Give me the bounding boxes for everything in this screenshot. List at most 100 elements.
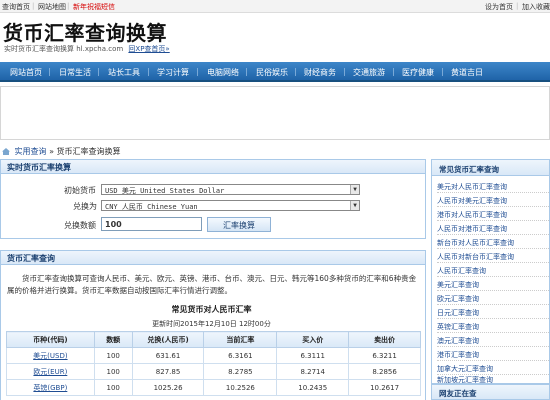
- topbar-link-sms[interactable]: 新年祝福短信: [73, 2, 115, 12]
- table-updated: 更新时间2015年12月10日 12时00分: [152, 320, 271, 328]
- sidebar-link[interactable]: 人民币汇率查询: [437, 267, 486, 275]
- table-cell: 100: [93, 347, 133, 364]
- table-cell: 100: [93, 379, 133, 396]
- currency-link[interactable]: 美元(USD): [33, 352, 67, 360]
- table-cell: 10.2526: [203, 379, 278, 396]
- column-header: 币种(代码): [6, 331, 95, 348]
- table-title: 常见货币对人民币汇率: [171, 305, 252, 314]
- top-bar: 查询首页 | 网站地图 | 新年祝福短信 设为首页 | 加入收藏: [0, 0, 550, 13]
- table-cell: 6.3211: [348, 347, 421, 364]
- nav-divider: |: [97, 67, 100, 76]
- sidebar-link[interactable]: 新加坡元汇率查询: [437, 376, 493, 384]
- nav-item-webmaster[interactable]: 站长工具: [108, 67, 140, 78]
- breadcrumb-separator: »: [49, 147, 54, 156]
- sidebar-link[interactable]: 新台币对人民币汇率查询: [437, 239, 514, 247]
- table-cell: 10.2435: [276, 379, 350, 396]
- topbar-link-sitemap[interactable]: 网站地图: [38, 2, 66, 12]
- currency-link[interactable]: 欧元(EUR): [33, 368, 67, 376]
- table-cell: 1025.26: [131, 379, 205, 396]
- sidebar-link[interactable]: 人民币对新台币汇率查询: [437, 253, 514, 261]
- column-header: 兑换(人民币): [131, 331, 205, 348]
- home-icon: [2, 148, 10, 155]
- table-cell: 631.61: [131, 347, 205, 364]
- table-row: 欧元(EUR) 100 827.85 8.2785 8.2714 8.2856: [6, 363, 421, 380]
- nav-divider: |: [392, 67, 395, 76]
- sidebar-link[interactable]: 英镑汇率查询: [437, 323, 479, 331]
- column-header: 卖出价: [348, 331, 421, 348]
- ad-banner-area: [0, 86, 550, 140]
- chevron-down-icon: ▼: [350, 201, 359, 210]
- sidebar-common-currencies: 常见货币汇率查询 美元对人民币汇率查询 人民币对美元汇率查询 港币对人民币汇率查…: [431, 159, 550, 384]
- to-currency-select[interactable]: CNY 人民币 Chinese Yuan ▼: [101, 200, 360, 211]
- nav-item-computer[interactable]: 电脑网络: [207, 67, 239, 78]
- table-cell: 8.2785: [203, 363, 278, 380]
- breadcrumb-home[interactable]: 实用查询: [15, 147, 47, 156]
- nav-divider: |: [147, 67, 150, 76]
- table-row: 英镑(GBP) 100 1025.26 10.2526 10.2435 10.2…: [6, 379, 421, 396]
- nav-divider: |: [48, 67, 51, 76]
- table-cell: 10.2617: [348, 379, 421, 396]
- table-row: 美元(USD) 100 631.61 6.3161 6.3111 6.3211: [6, 347, 421, 364]
- site-subtitle-text: 实时货币汇率查询换算 hl.xpcha.com: [4, 45, 124, 53]
- topbar-separator: |: [32, 2, 35, 10]
- converter-title: 实时货币汇率换算: [1, 160, 425, 174]
- sidebar-link[interactable]: 美元汇率查询: [437, 281, 479, 289]
- sidebar-link[interactable]: 港币对人民币汇率查询: [437, 211, 507, 219]
- from-currency-label: 初始货币: [64, 186, 96, 195]
- nav-item-calendar[interactable]: 黄道吉日: [451, 67, 483, 78]
- convert-button[interactable]: 汇率换算: [207, 217, 271, 232]
- nav-divider: |: [196, 67, 199, 76]
- amount-label: 兑换数额: [64, 221, 96, 230]
- to-currency-label: 兑换为: [73, 202, 97, 211]
- nav-item-home[interactable]: 网站首页: [10, 67, 42, 78]
- nav-item-daily[interactable]: 日常生活: [59, 67, 91, 78]
- table-cell: 8.2856: [348, 363, 421, 380]
- to-currency-value: CNY 人民币 Chinese Yuan: [105, 203, 198, 211]
- topbar-separator: |: [67, 2, 70, 10]
- site-subtitle: 实时货币汇率查询换算 hl.xpcha.com 回XP查首页»: [4, 44, 170, 54]
- topbar-link-set-home[interactable]: 设为首页: [485, 2, 513, 12]
- query-title: 货币汇率查询: [1, 251, 425, 265]
- column-header: 当前汇率: [203, 331, 278, 348]
- sidebar-link[interactable]: 欧元汇率查询: [437, 295, 479, 303]
- table-cell: 6.3111: [276, 347, 350, 364]
- sidebar-link[interactable]: 人民币对美元汇率查询: [437, 197, 507, 205]
- amount-input[interactable]: 100: [101, 217, 202, 231]
- table-cell: 827.85: [131, 363, 205, 380]
- breadcrumb: 实用查询 » 货币汇率查询换算: [2, 146, 121, 157]
- rates-table: 币种(代码) 数额 兑换(人民币) 当前汇率 买入价 卖出价 美元(USD) 1…: [6, 331, 421, 396]
- from-currency-value: USD 美元 United States Dollar: [105, 187, 225, 195]
- sidebar-link[interactable]: 澳元汇率查询: [437, 337, 479, 345]
- chevron-down-icon: ▼: [350, 185, 359, 194]
- nav-item-folk[interactable]: 民俗娱乐: [256, 67, 288, 78]
- sidebar-link[interactable]: 日元汇率查询: [437, 309, 479, 317]
- table-header-row: 币种(代码) 数额 兑换(人民币) 当前汇率 买入价 卖出价: [6, 331, 421, 348]
- nav-divider: |: [245, 67, 248, 76]
- nav-item-study[interactable]: 学习计算: [157, 67, 189, 78]
- nav-item-finance[interactable]: 财经商务: [304, 67, 336, 78]
- currency-link[interactable]: 英镑(GBP): [33, 384, 67, 392]
- table-cell: 8.2714: [276, 363, 350, 380]
- column-header: 买入价: [276, 331, 350, 348]
- sidebar-link[interactable]: 港币汇率查询: [437, 351, 479, 359]
- from-currency-select[interactable]: USD 美元 United States Dollar ▼: [101, 184, 360, 195]
- topbar-link-favorite[interactable]: 加入收藏: [522, 2, 550, 12]
- nav-divider: |: [441, 67, 444, 76]
- column-header: 数额: [93, 331, 133, 348]
- query-intro-text: 货币汇率查询换算可查询人民币、美元、欧元、英镑、港币、台币、澳元、日元、韩元等1…: [7, 274, 417, 295]
- topbar-separator: |: [516, 2, 519, 10]
- main-nav: 网站首页 | 日常生活 | 站长工具 | 学习计算 | 电脑网络 | 民俗娱乐 …: [0, 62, 550, 82]
- nav-divider: |: [294, 67, 297, 76]
- home-link[interactable]: 回XP查首页»: [128, 45, 169, 53]
- nav-divider: |: [343, 67, 346, 76]
- nav-item-health[interactable]: 医疗健康: [402, 67, 434, 78]
- site-title: 货币汇率查询换算: [3, 21, 167, 45]
- sidebar-link[interactable]: 人民币对港币汇率查询: [437, 225, 507, 233]
- query-intro: 货币汇率查询换算可查询人民币、美元、欧元、英镑、港币、台币、澳元、日元、韩元等1…: [7, 273, 422, 297]
- sidebar-link[interactable]: 美元对人民币汇率查询: [437, 183, 507, 191]
- nav-item-travel[interactable]: 交通旅游: [353, 67, 385, 78]
- topbar-link-home[interactable]: 查询首页: [2, 2, 30, 12]
- sidebar-trending-title: 网友正在查: [431, 384, 550, 400]
- sidebar-title: 常见货币汇率查询: [432, 160, 549, 176]
- table-cell: 100: [93, 363, 133, 380]
